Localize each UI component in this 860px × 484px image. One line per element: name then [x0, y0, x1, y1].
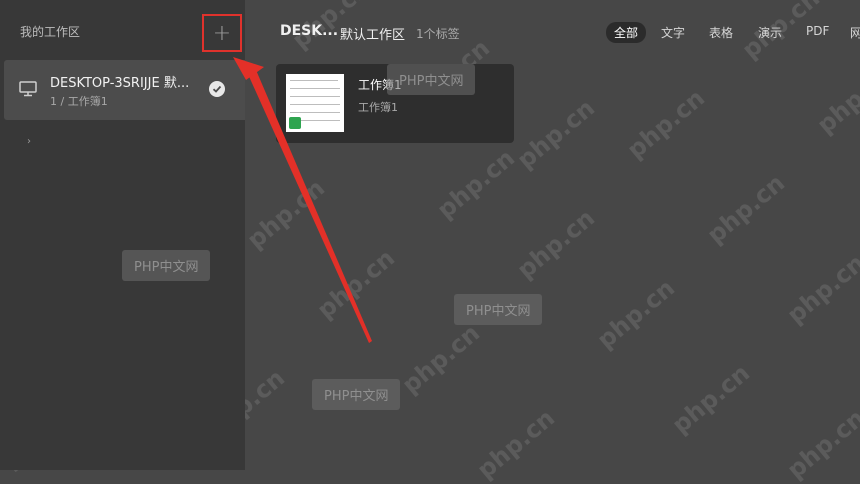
- annotation-arrow: [233, 57, 372, 343]
